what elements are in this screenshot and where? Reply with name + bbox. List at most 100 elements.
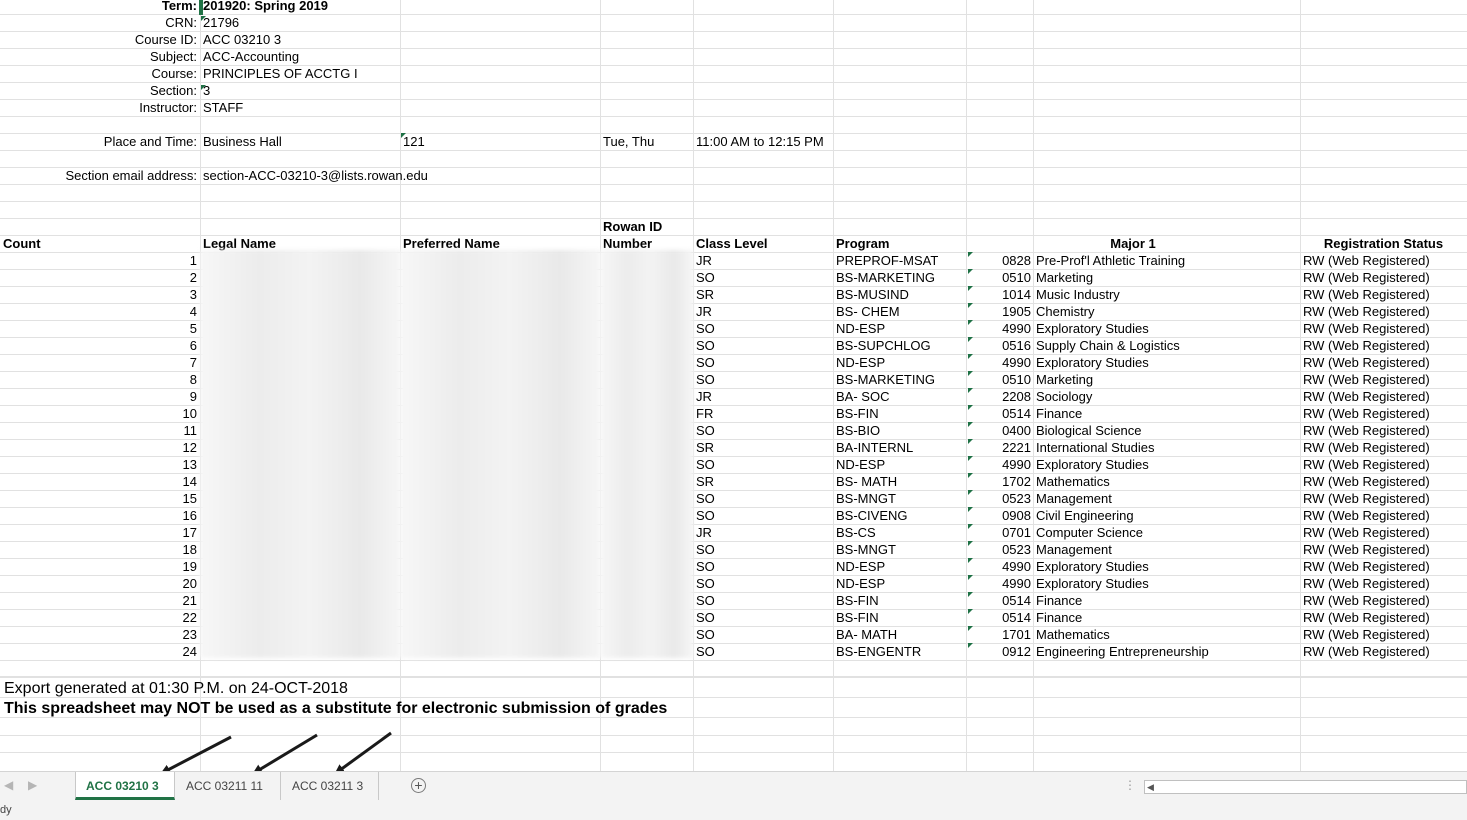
- program-cell[interactable]: BS-MUSIND: [836, 286, 964, 303]
- count-cell[interactable]: 17: [0, 524, 197, 541]
- building-cell[interactable]: Business Hall: [203, 133, 393, 150]
- program-cell[interactable]: BA- MATH: [836, 626, 964, 643]
- status-cell[interactable]: RW (Web Registered): [1303, 422, 1467, 439]
- major-cell[interactable]: Exploratory Studies: [1036, 320, 1298, 337]
- header-label[interactable]: Instructor:: [0, 99, 197, 116]
- export-note[interactable]: Export generated at 01:30 P.M. on 24-OCT…: [4, 679, 604, 699]
- add-sheet-icon[interactable]: +: [411, 778, 426, 793]
- count-cell[interactable]: 11: [0, 422, 198, 439]
- scroll-left-icon[interactable]: ◀: [1147, 782, 1154, 793]
- class-level-cell[interactable]: FR: [696, 405, 831, 422]
- major-cell[interactable]: Chemistry: [1036, 303, 1298, 320]
- major-code-cell[interactable]: 0516: [966, 337, 1031, 354]
- major-code-cell[interactable]: 1905: [966, 303, 1031, 320]
- sheet-tab-acc-03211-3[interactable]: ACC 03211 3: [282, 772, 379, 800]
- program-cell[interactable]: BS-FIN: [836, 592, 964, 609]
- status-cell[interactable]: RW (Web Registered): [1303, 626, 1467, 643]
- major-code-cell[interactable]: 0514: [966, 405, 1031, 422]
- header-value[interactable]: 21796: [203, 14, 593, 31]
- class-level-cell[interactable]: SO: [696, 643, 831, 660]
- program-cell[interactable]: BS- MATH: [836, 473, 964, 490]
- major-code-cell[interactable]: 0523: [966, 490, 1031, 507]
- status-cell[interactable]: RW (Web Registered): [1303, 609, 1467, 626]
- major-cell[interactable]: Music Industry: [1036, 286, 1298, 303]
- header-label[interactable]: Subject:: [0, 48, 197, 65]
- class-level-cell[interactable]: SR: [696, 473, 831, 490]
- email-cell[interactable]: section-ACC-03210-3@lists.rowan.edu: [203, 167, 598, 184]
- place-time-label[interactable]: Place and Time:: [0, 133, 197, 150]
- class-level-cell[interactable]: SR: [696, 439, 831, 456]
- status-cell[interactable]: RW (Web Registered): [1303, 269, 1467, 286]
- major-code-cell[interactable]: 1702: [966, 473, 1031, 490]
- count-cell[interactable]: 2: [0, 269, 197, 286]
- count-cell[interactable]: 23: [0, 626, 197, 643]
- major-cell[interactable]: Marketing: [1036, 371, 1298, 388]
- status-cell[interactable]: RW (Web Registered): [1303, 456, 1467, 473]
- status-cell[interactable]: RW (Web Registered): [1303, 524, 1467, 541]
- major-code-cell[interactable]: 0701: [966, 524, 1031, 541]
- program-cell[interactable]: BS-FIN: [836, 609, 964, 626]
- header-value[interactable]: PRINCIPLES OF ACCTG I: [203, 65, 593, 82]
- major-cell[interactable]: Management: [1036, 541, 1298, 558]
- status-cell[interactable]: RW (Web Registered): [1303, 575, 1467, 592]
- grades-warning[interactable]: This spreadsheet may NOT be used as a su…: [4, 699, 704, 719]
- count-cell[interactable]: 18: [0, 541, 197, 558]
- major-cell[interactable]: Marketing: [1036, 269, 1298, 286]
- major-cell[interactable]: Management: [1036, 490, 1298, 507]
- major-code-cell[interactable]: 4990: [966, 558, 1031, 575]
- count-cell[interactable]: 19: [0, 558, 197, 575]
- major-code-cell[interactable]: 2208: [966, 388, 1031, 405]
- status-cell[interactable]: RW (Web Registered): [1303, 388, 1467, 405]
- status-cell[interactable]: RW (Web Registered): [1303, 643, 1467, 660]
- status-cell[interactable]: RW (Web Registered): [1303, 507, 1467, 524]
- count-cell[interactable]: 20: [0, 575, 197, 592]
- header-value[interactable]: ACC-Accounting: [203, 48, 593, 65]
- status-cell[interactable]: RW (Web Registered): [1303, 490, 1467, 507]
- status-cell[interactable]: RW (Web Registered): [1303, 541, 1467, 558]
- program-cell[interactable]: BS-MNGT: [836, 541, 964, 558]
- days-cell[interactable]: Tue, Thu: [603, 133, 691, 150]
- col-header-class-level[interactable]: Class Level: [696, 235, 831, 252]
- major-cell[interactable]: Civil Engineering: [1036, 507, 1298, 524]
- program-cell[interactable]: PREPROF-MSAT: [836, 252, 964, 269]
- class-level-cell[interactable]: SO: [696, 456, 831, 473]
- split-handle-icon[interactable]: ⋮: [1124, 778, 1136, 792]
- status-cell[interactable]: RW (Web Registered): [1303, 592, 1467, 609]
- major-code-cell[interactable]: 0514: [966, 609, 1031, 626]
- major-cell[interactable]: Finance: [1036, 592, 1298, 609]
- major-cell[interactable]: Sociology: [1036, 388, 1298, 405]
- class-level-cell[interactable]: SO: [696, 371, 831, 388]
- status-cell[interactable]: RW (Web Registered): [1303, 337, 1467, 354]
- count-cell[interactable]: 10: [0, 405, 197, 422]
- header-value[interactable]: 3: [203, 82, 593, 99]
- major-cell[interactable]: Finance: [1036, 609, 1298, 626]
- header-label[interactable]: Section:: [0, 82, 197, 99]
- program-cell[interactable]: ND-ESP: [836, 354, 964, 371]
- status-cell[interactable]: RW (Web Registered): [1303, 405, 1467, 422]
- program-cell[interactable]: BS-FIN: [836, 405, 964, 422]
- major-code-cell[interactable]: 0523: [966, 541, 1031, 558]
- class-level-cell[interactable]: SR: [696, 286, 831, 303]
- major-code-cell[interactable]: 1701: [966, 626, 1031, 643]
- program-cell[interactable]: ND-ESP: [836, 558, 964, 575]
- status-cell[interactable]: RW (Web Registered): [1303, 320, 1467, 337]
- class-level-cell[interactable]: JR: [696, 303, 831, 320]
- program-cell[interactable]: BS-BIO: [836, 422, 964, 439]
- program-cell[interactable]: BS-MARKETING: [836, 269, 964, 286]
- count-cell[interactable]: 14: [0, 473, 197, 490]
- major-cell[interactable]: Exploratory Studies: [1036, 558, 1298, 575]
- header-value[interactable]: 201920: Spring 2019: [203, 0, 593, 14]
- major-cell[interactable]: Supply Chain & Logistics: [1036, 337, 1298, 354]
- status-cell[interactable]: RW (Web Registered): [1303, 286, 1467, 303]
- count-cell[interactable]: 7: [0, 354, 197, 371]
- count-cell[interactable]: 3: [0, 286, 197, 303]
- major-code-cell[interactable]: 0510: [966, 269, 1031, 286]
- count-cell[interactable]: 24: [0, 643, 197, 660]
- major-cell[interactable]: Mathematics: [1036, 473, 1298, 490]
- class-level-cell[interactable]: SO: [696, 320, 831, 337]
- header-label[interactable]: CRN:: [0, 14, 197, 31]
- class-level-cell[interactable]: SO: [696, 575, 831, 592]
- major-code-cell[interactable]: 1014: [966, 286, 1031, 303]
- col-header-registration-status[interactable]: Registration Status: [1300, 235, 1467, 252]
- major-code-cell[interactable]: 0912: [966, 643, 1031, 660]
